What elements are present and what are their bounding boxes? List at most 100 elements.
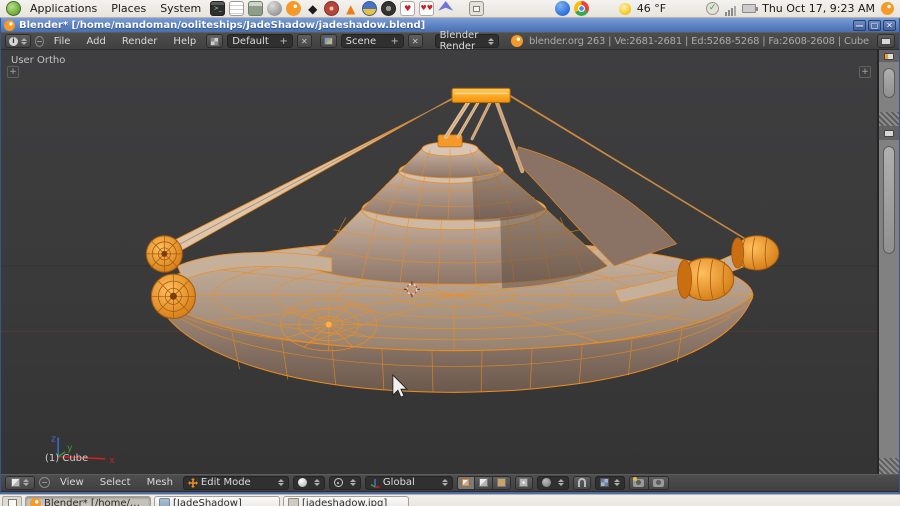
blender-tray-icon[interactable] [881, 2, 894, 15]
opengl-render-image-icon [633, 479, 644, 487]
screen-browse-button[interactable] [206, 34, 223, 48]
face-select-button[interactable] [493, 476, 511, 490]
viewport-shading-select[interactable] [293, 476, 325, 490]
show-desktop-icon [8, 499, 17, 506]
limit-to-visible-button[interactable] [515, 476, 533, 490]
collapse-menus-button-3d[interactable]: − [39, 477, 50, 488]
window-resize-corner[interactable] [879, 458, 899, 474]
view-menu[interactable]: View [54, 477, 90, 488]
chrome-icon[interactable] [574, 1, 589, 16]
applications-menu[interactable]: Applications [23, 2, 104, 15]
signal-bar-2 [728, 10, 730, 16]
taskbar-image-icon [288, 498, 299, 506]
outliner-scrollbar[interactable] [883, 68, 895, 98]
thunderbird-icon[interactable] [555, 1, 570, 16]
outliner-scroll-track[interactable] [879, 62, 899, 112]
weather-temperature[interactable]: 46 °F [633, 2, 670, 15]
places-menu[interactable]: Places [104, 2, 153, 15]
taskbar-item-image[interactable]: [jadeshadow.jpg] [283, 496, 409, 506]
card-game-launcher-icon[interactable]: ♥ [400, 1, 415, 16]
webcam-launcher-icon[interactable] [381, 1, 396, 16]
add-menu[interactable]: Add [80, 36, 111, 47]
disc-burner-launcher-icon[interactable] [324, 1, 339, 16]
scene-value: Scene [346, 36, 377, 47]
maximize-button[interactable]: ▢ [868, 20, 881, 31]
editor-type-button[interactable]: i [5, 34, 31, 48]
file-menu[interactable]: File [48, 36, 77, 47]
audio-player-launcher-icon[interactable] [362, 1, 377, 16]
card-game-alt-launcher-icon[interactable]: ♥♥ [419, 1, 434, 16]
calculator-launcher-icon[interactable] [248, 1, 263, 16]
mode-chevron-icon [278, 479, 284, 486]
render-menu[interactable]: Render [116, 36, 164, 47]
blender-logo-icon [511, 35, 523, 47]
edge-select-button[interactable] [475, 476, 493, 490]
taskbar-item-label: [JadeShadow] [173, 498, 242, 506]
manipulator-axes-icon [370, 478, 380, 488]
opengl-render-button[interactable] [629, 476, 649, 490]
mode-select[interactable]: Edit Mode [183, 476, 289, 490]
snap-element-select[interactable] [595, 476, 625, 490]
text-editor-launcher-icon[interactable] [229, 1, 244, 16]
minimize-button[interactable]: — [853, 20, 866, 31]
proportional-edit-icon [542, 478, 551, 487]
shading-chevron-icon [314, 479, 320, 486]
taskbar-item-blender[interactable]: Blender* [/home/man... [25, 496, 151, 506]
select-menu[interactable]: Select [94, 477, 137, 488]
editor-resize-corner[interactable] [879, 112, 899, 126]
media-player-launcher-icon[interactable]: ▲ [343, 1, 358, 16]
outliner-header[interactable] [879, 50, 899, 62]
weather-sun-icon[interactable] [619, 3, 631, 15]
screen-layout-field[interactable]: Default + [227, 34, 293, 48]
window-duplicate-button[interactable] [877, 34, 895, 48]
viewport-canvas[interactable]: z x y [1, 50, 877, 474]
editor-type-button-3d[interactable] [5, 476, 35, 490]
orientation-chevron-icon [442, 479, 448, 486]
update-shield-icon[interactable]: ✓ [706, 2, 719, 15]
opengl-render-anim-button[interactable] [649, 476, 669, 490]
network-signal-icon[interactable] [723, 1, 738, 16]
clock[interactable]: Thu Oct 17, 9:23 AM [758, 2, 879, 15]
distro-menu-icon[interactable] [6, 1, 21, 16]
window-blender-icon [4, 20, 15, 31]
system-menu[interactable]: System [153, 2, 208, 15]
battery-icon[interactable] [742, 4, 756, 13]
proportional-chevron-icon [558, 479, 564, 486]
scene-statistics: blender.org 263 | Ve:2681-2681 | Ed:5268… [529, 36, 869, 47]
properties-scrollbar[interactable] [883, 146, 895, 254]
show-desktop-button[interactable] [2, 496, 22, 506]
gimp-launcher-icon[interactable] [267, 1, 282, 16]
snap-toggle-button[interactable] [573, 476, 591, 490]
scene-field[interactable]: Scene + [341, 34, 404, 48]
properties-scroll-track[interactable] [879, 140, 899, 458]
proportional-edit-select[interactable] [537, 476, 569, 490]
properties-panel-toggle-button[interactable]: + [859, 66, 871, 78]
mesh-menu[interactable]: Mesh [141, 477, 179, 488]
chevron-updown-icon [23, 479, 29, 486]
unlink-layout-button[interactable]: ✕ [297, 34, 312, 48]
right-engine-pods [678, 236, 779, 301]
add-layout-icon[interactable]: + [280, 36, 288, 47]
unlink-scene-button[interactable]: ✕ [408, 34, 423, 48]
ship-model[interactable] [146, 88, 778, 392]
help-menu[interactable]: Help [167, 36, 202, 47]
properties-header[interactable] [879, 126, 899, 140]
snap-increment-icon [600, 478, 609, 487]
close-button[interactable]: ✕ [883, 20, 896, 31]
pivot-point-select[interactable] [329, 476, 361, 490]
shading-sphere-icon [298, 478, 307, 487]
window-selector-icon[interactable] [469, 1, 484, 16]
scene-browse-button[interactable] [320, 34, 337, 48]
render-engine-select[interactable]: Blender Render [435, 34, 499, 48]
taskbar-item-folder[interactable]: [JadeShadow] [154, 496, 280, 506]
blender-launcher-icon[interactable] [286, 1, 301, 16]
vertex-select-button[interactable] [457, 476, 475, 490]
bottom-taskbar: Blender* [/home/man... [JadeShadow] [jad… [0, 494, 900, 506]
transform-orientation-select[interactable]: Global [365, 476, 453, 490]
inkscape-launcher-icon[interactable]: ◆ [305, 1, 320, 16]
toolshelf-toggle-button[interactable]: + [7, 66, 19, 78]
collapse-menus-button[interactable]: − [35, 36, 44, 47]
terminal-launcher-icon[interactable]: >_ [210, 1, 225, 16]
add-scene-icon[interactable]: + [390, 36, 398, 47]
viewport-3d[interactable]: z x y User Ortho (1) Cube + + [1, 50, 877, 474]
